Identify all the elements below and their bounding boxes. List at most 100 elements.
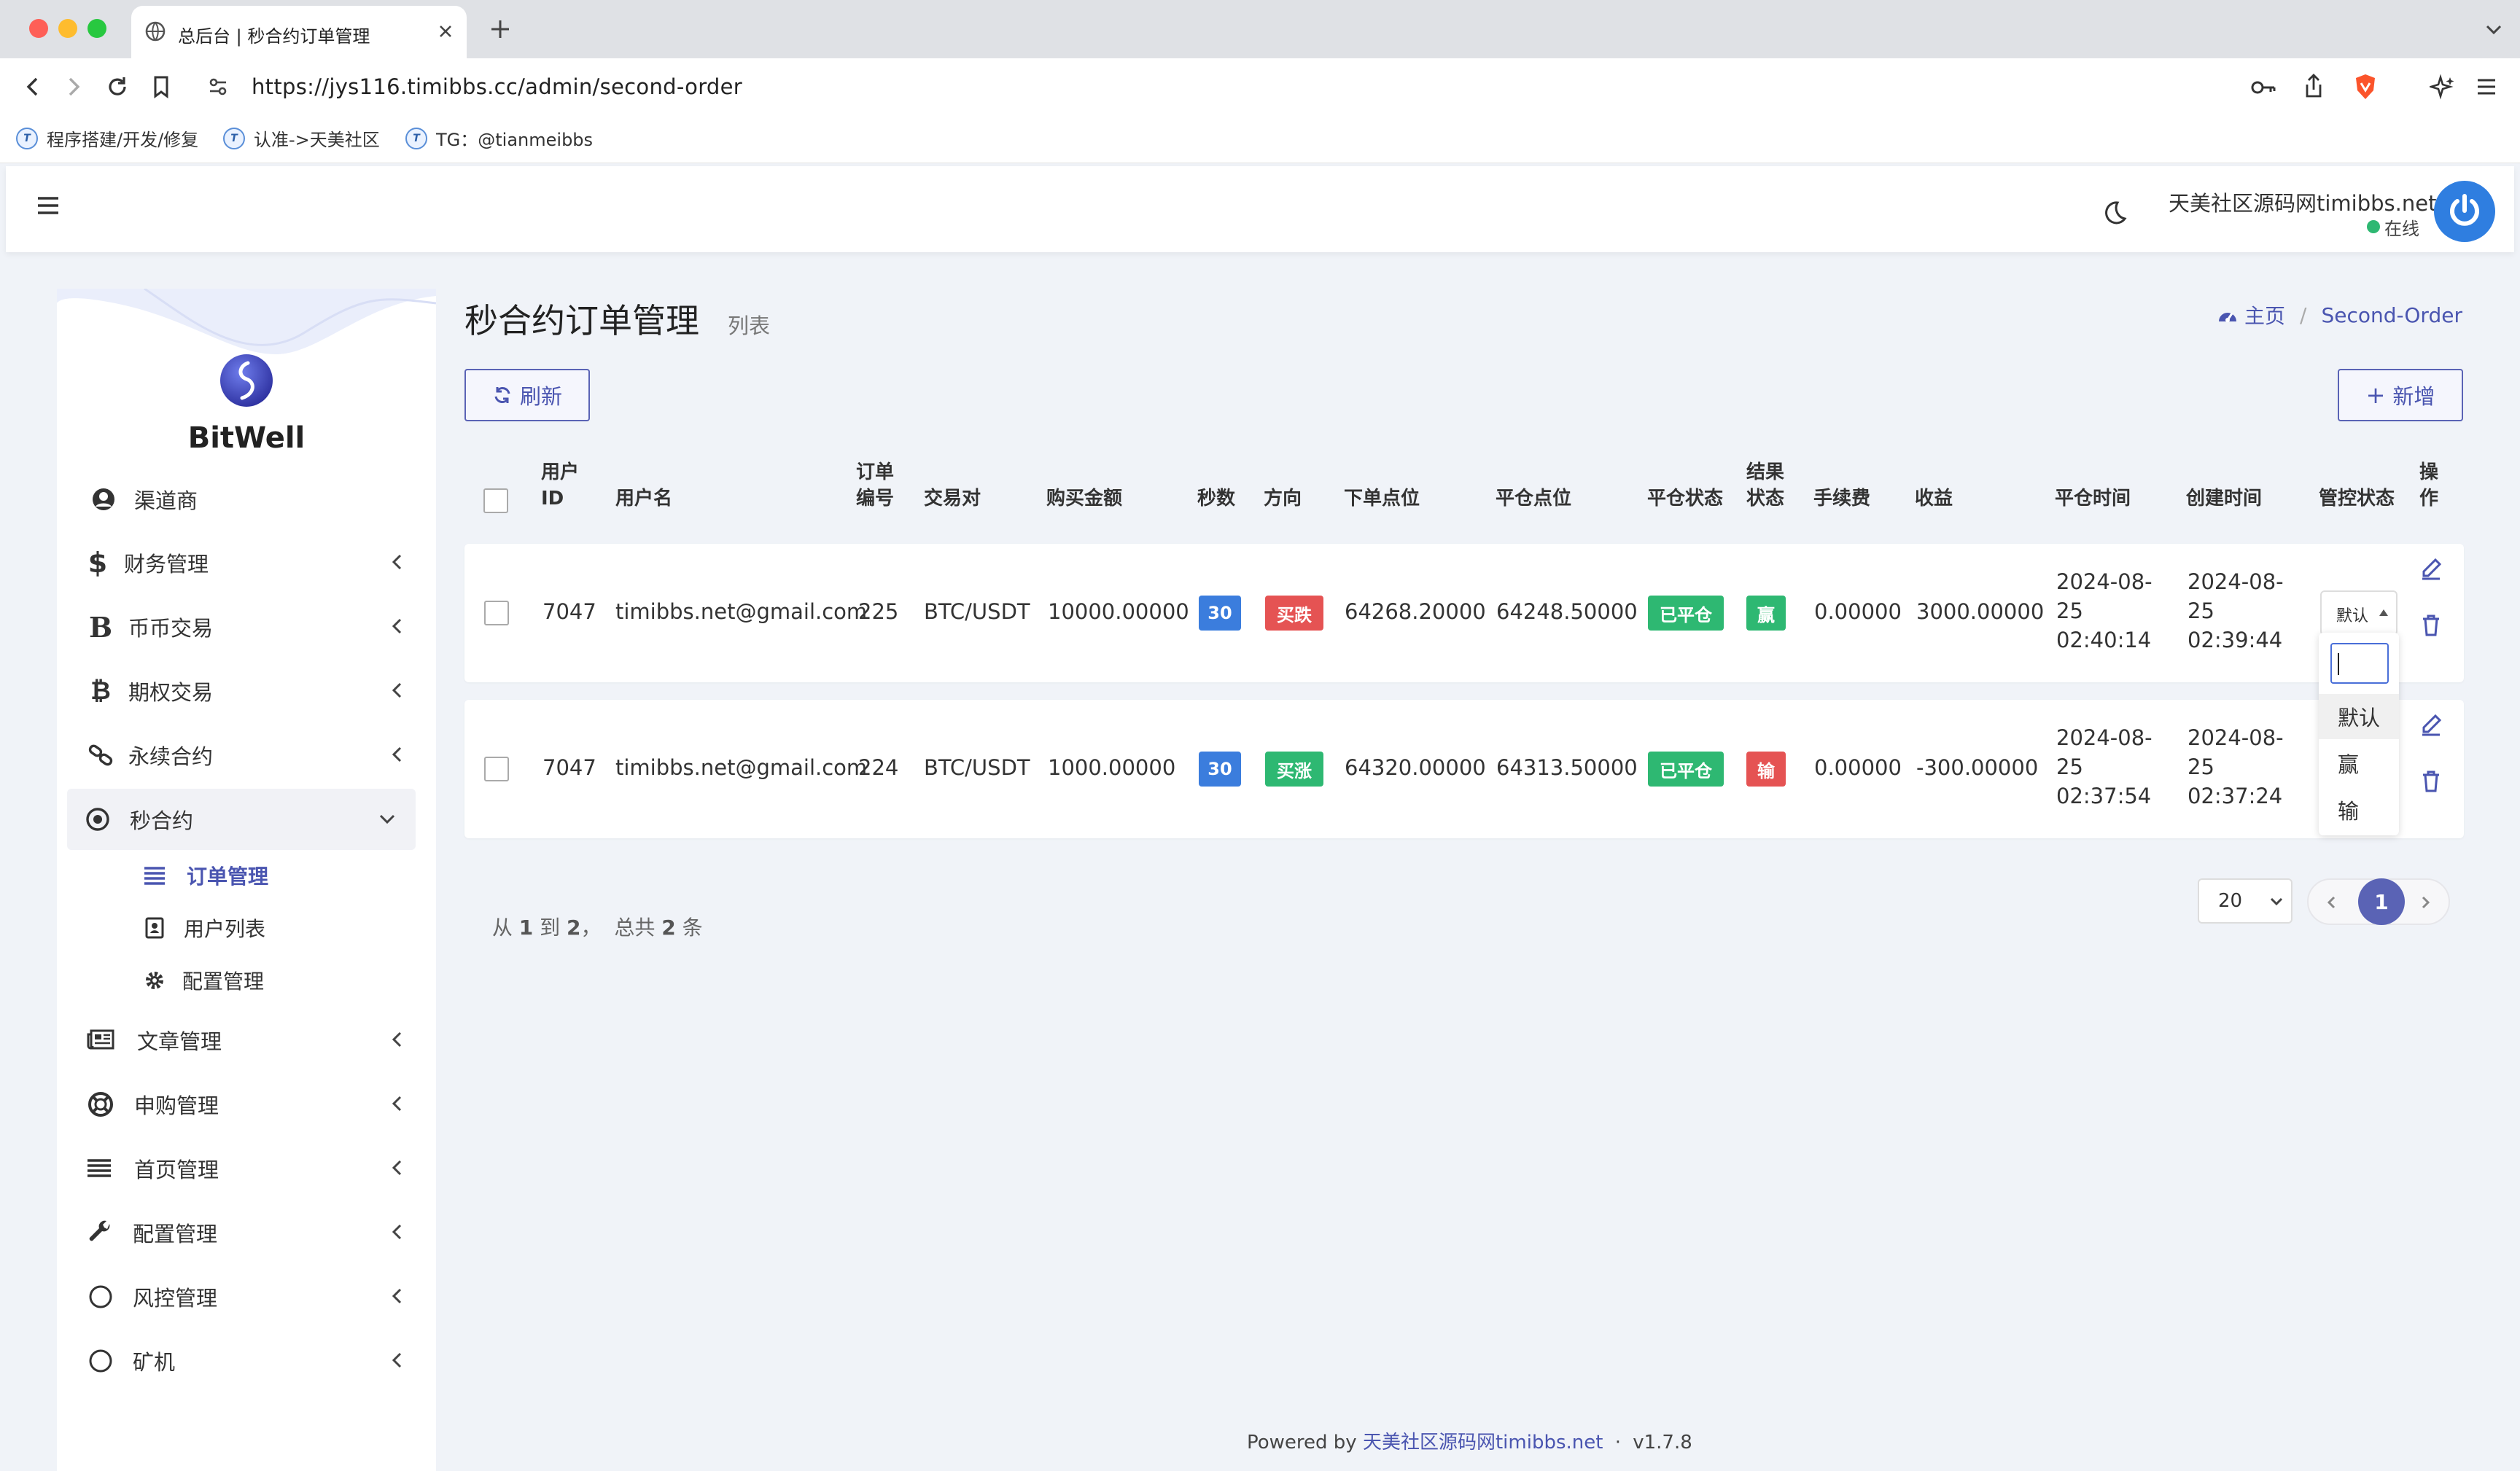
hamburger-menu-icon[interactable] xyxy=(36,195,60,216)
col-header-close-status[interactable]: 平仓状态 xyxy=(1647,485,1723,512)
dropdown-option[interactable]: 输 xyxy=(2319,787,2399,832)
wrench-icon xyxy=(86,1218,115,1247)
dropdown-search-input[interactable] xyxy=(2330,643,2389,684)
maximize-window-button[interactable] xyxy=(88,19,106,38)
dark-mode-moon-icon[interactable] xyxy=(2099,198,2128,227)
menu-icon[interactable] xyxy=(2475,76,2498,98)
user-avatar[interactable] xyxy=(2434,181,2495,242)
col-header-close-time[interactable]: 平仓时间 xyxy=(2055,485,2131,512)
col-header-order-no[interactable]: 订单 编号 xyxy=(856,459,894,512)
plus-icon: + xyxy=(2365,381,2386,409)
col-header-profit[interactable]: 收益 xyxy=(1915,485,1953,512)
share-icon[interactable] xyxy=(2303,73,2325,99)
dropdown-option[interactable]: 默认 xyxy=(2319,694,2399,739)
breadcrumb: 主页 / Second-Order xyxy=(2217,300,2462,329)
new-tab-icon[interactable] xyxy=(489,17,512,41)
col-header-ops: 操作 xyxy=(2419,461,2439,510)
bookmark-label: 程序搭建/开发/修复 xyxy=(47,130,199,150)
sidebar-item-settings[interactable]: 配置管理 xyxy=(10,1202,416,1263)
prev-page-icon[interactable] xyxy=(2325,894,2338,910)
select-all-checkbox[interactable] xyxy=(483,488,508,513)
sidebar-item-label: 文章管理 xyxy=(137,1029,222,1054)
sidebar-item-second-contract[interactable]: 秒合约 xyxy=(67,789,416,850)
cell-profit: -300.00000 xyxy=(1916,755,2039,780)
sidebar-item-options[interactable]: ₿ 期权交易 xyxy=(10,660,416,722)
cell-fee: 0.00000 xyxy=(1814,599,1902,624)
reload-icon[interactable] xyxy=(105,74,130,99)
per-page-select[interactable]: 20 xyxy=(2198,878,2292,924)
sparkle-ai-icon[interactable] xyxy=(2430,74,2456,101)
col-header-seconds[interactable]: 秒数 xyxy=(1197,485,1235,512)
add-button-label: 新增 xyxy=(2392,384,2435,409)
control-status-select[interactable]: 默认 xyxy=(2320,590,2398,636)
cell-close-price: 64313.50000 xyxy=(1496,755,1638,780)
edit-icon[interactable] xyxy=(2419,713,2443,736)
bookmark-icon[interactable] xyxy=(150,74,172,99)
browser-tab[interactable]: 总后台 | 秒合约订单管理 xyxy=(131,6,467,58)
col-header-user-id[interactable]: 用户 ID xyxy=(541,459,579,512)
refresh-button[interactable]: 刷新 xyxy=(464,369,590,421)
tab-list-chevron-icon[interactable] xyxy=(2484,19,2504,39)
globe-icon xyxy=(144,20,166,42)
chevron-left-icon xyxy=(388,1093,405,1115)
close-window-button[interactable] xyxy=(29,19,48,38)
col-header-control[interactable]: 管控状态 xyxy=(2319,485,2395,512)
sidebar-item-homepage[interactable]: 首页管理 xyxy=(10,1138,416,1199)
sidebar-item-finance[interactable]: $ 财务管理 xyxy=(10,532,416,593)
url-text[interactable]: https://jys116.timibbs.cc/admin/second-o… xyxy=(252,74,742,99)
sidebar-item-risk[interactable]: 风控管理 xyxy=(10,1266,416,1327)
minimize-window-button[interactable] xyxy=(58,19,77,38)
sidebar-item-label: 矿机 xyxy=(133,1350,176,1375)
sidebar-item-subscription[interactable]: 申购管理 xyxy=(10,1074,416,1135)
breadcrumb-home[interactable]: 主页 xyxy=(2244,300,2285,329)
row-checkbox[interactable] xyxy=(484,757,509,781)
col-header-open-price[interactable]: 下单点位 xyxy=(1344,485,1420,512)
cell-amount: 10000.00000 xyxy=(1048,599,1189,624)
next-page-icon[interactable] xyxy=(2419,894,2432,910)
site-settings-icon[interactable] xyxy=(207,76,229,98)
back-icon[interactable] xyxy=(20,74,45,99)
col-header-result[interactable]: 结果 状态 xyxy=(1746,459,1784,512)
cell-amount: 1000.00000 xyxy=(1048,755,1176,780)
key-icon[interactable] xyxy=(2250,77,2276,98)
delete-icon[interactable] xyxy=(2421,614,2441,637)
bitcoin-icon: ₿ xyxy=(90,676,111,706)
cell-order-no: 225 xyxy=(858,599,899,624)
seconds-badge: 30 xyxy=(1199,752,1241,787)
control-status-value: 默认 xyxy=(2336,607,2369,625)
sidebar-item-label: 风控管理 xyxy=(133,1286,218,1311)
col-header-pair[interactable]: 交易对 xyxy=(924,485,981,512)
sidebar-subitem-label: 配置管理 xyxy=(182,969,265,994)
col-header-fee[interactable]: 手续费 xyxy=(1813,485,1870,512)
delete-icon[interactable] xyxy=(2421,770,2441,793)
col-header-amount[interactable]: 购买金额 xyxy=(1046,485,1122,512)
edit-icon[interactable] xyxy=(2419,557,2443,580)
timibbs-favicon-icon: T xyxy=(223,127,245,149)
sidebar-item-channel[interactable]: 渠道商 xyxy=(10,469,416,530)
col-header-create-time[interactable]: 创建时间 xyxy=(2186,485,2262,512)
footer-powered: Powered by xyxy=(1247,1432,1357,1454)
add-button[interactable]: + 新增 xyxy=(2338,369,2463,421)
sidebar-item-articles[interactable]: 文章管理 xyxy=(10,1010,416,1071)
col-header-direction[interactable]: 方向 xyxy=(1264,485,1302,512)
bookmark-item[interactable]: T 认准->天美社区 xyxy=(223,125,380,151)
cell-close-time: 2024-08-25 02:40:14 xyxy=(2056,569,2152,652)
footer-link[interactable]: 天美社区源码网timibbs.net xyxy=(1363,1432,1603,1454)
dropdown-option[interactable]: 赢 xyxy=(2319,741,2399,786)
col-header-username[interactable]: 用户名 xyxy=(615,485,672,512)
tab-close-icon[interactable] xyxy=(436,22,455,41)
forward-icon[interactable] xyxy=(61,74,86,99)
bookmark-item[interactable]: T TG：@tianmeibbs xyxy=(405,125,593,151)
sidebar-item-perpetual[interactable]: 永续合约 xyxy=(10,725,416,786)
row-checkbox[interactable] xyxy=(484,601,509,625)
sidebar-item-spot[interactable]: B 币币交易 xyxy=(10,596,416,658)
life-ring-icon xyxy=(86,1090,115,1119)
sidebar-item-miner[interactable]: 矿机 xyxy=(10,1330,416,1392)
dashboard-icon xyxy=(2217,305,2239,324)
bookmark-item[interactable]: T 程序搭建/开发/修复 xyxy=(16,125,198,151)
brave-shield-icon[interactable] xyxy=(2352,73,2379,101)
page-number-current[interactable]: 1 xyxy=(2358,878,2405,925)
sidebar-item-label: 渠道商 xyxy=(134,488,198,513)
col-header-close-price[interactable]: 平仓点位 xyxy=(1496,485,1571,512)
footer: Powered by 天美社区源码网timibbs.net · v1.7.8 xyxy=(1247,1427,1692,1454)
